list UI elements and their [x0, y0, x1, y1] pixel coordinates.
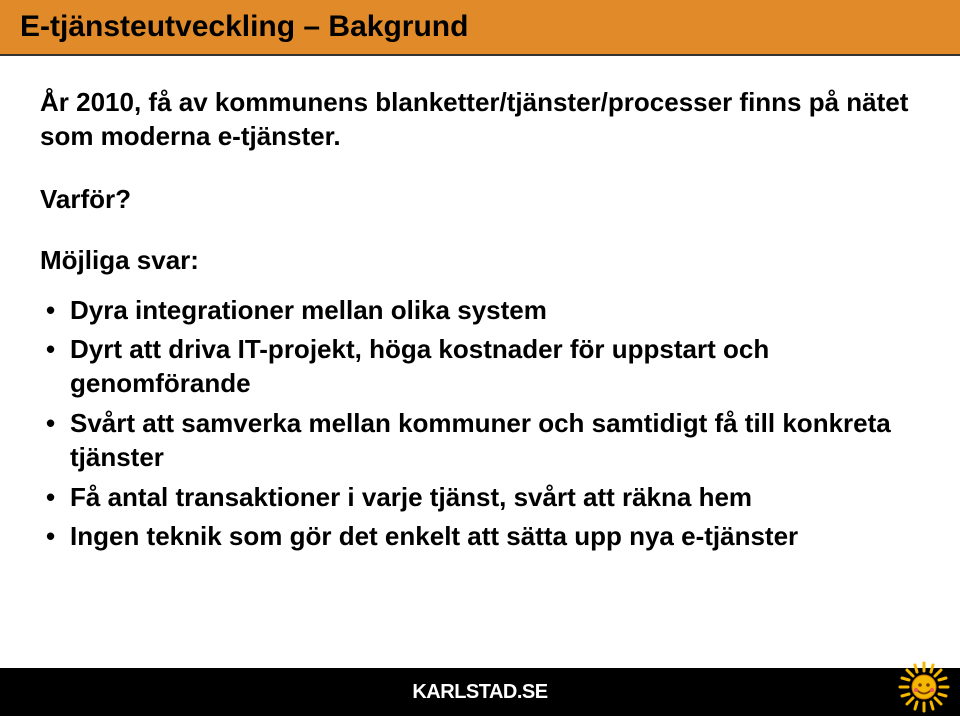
footer-brand-main: KARLSTAD — [412, 681, 517, 703]
question-text: Varför? — [40, 184, 920, 215]
footer: KARLSTAD.SE — [0, 668, 960, 716]
bullet-item: Ingen teknik som gör det enkelt att sätt… — [46, 520, 920, 554]
subhead-text: Möjliga svar: — [40, 245, 920, 276]
sun-icon — [896, 659, 952, 720]
bullet-item: Svårt att samverka mellan kommuner och s… — [46, 407, 920, 475]
bullet-list: Dyra integrationer mellan olika system D… — [40, 294, 920, 555]
slide-title: E-tjänsteutveckling – Bakgrund — [20, 10, 940, 44]
intro-text: År 2010, få av kommunens blanketter/tjän… — [40, 86, 920, 154]
footer-brand-suffix: .SE — [517, 681, 548, 703]
bullet-item: Få antal transaktioner i varje tjänst, s… — [46, 481, 920, 515]
bullet-item: Dyra integrationer mellan olika system — [46, 294, 920, 328]
slide-content: År 2010, få av kommunens blanketter/tjän… — [0, 56, 960, 580]
footer-brand: KARLSTAD.SE — [412, 681, 547, 704]
bullet-item: Dyrt att driva IT-projekt, höga kostnade… — [46, 333, 920, 401]
header-bar: E-tjänsteutveckling – Bakgrund — [0, 0, 960, 56]
